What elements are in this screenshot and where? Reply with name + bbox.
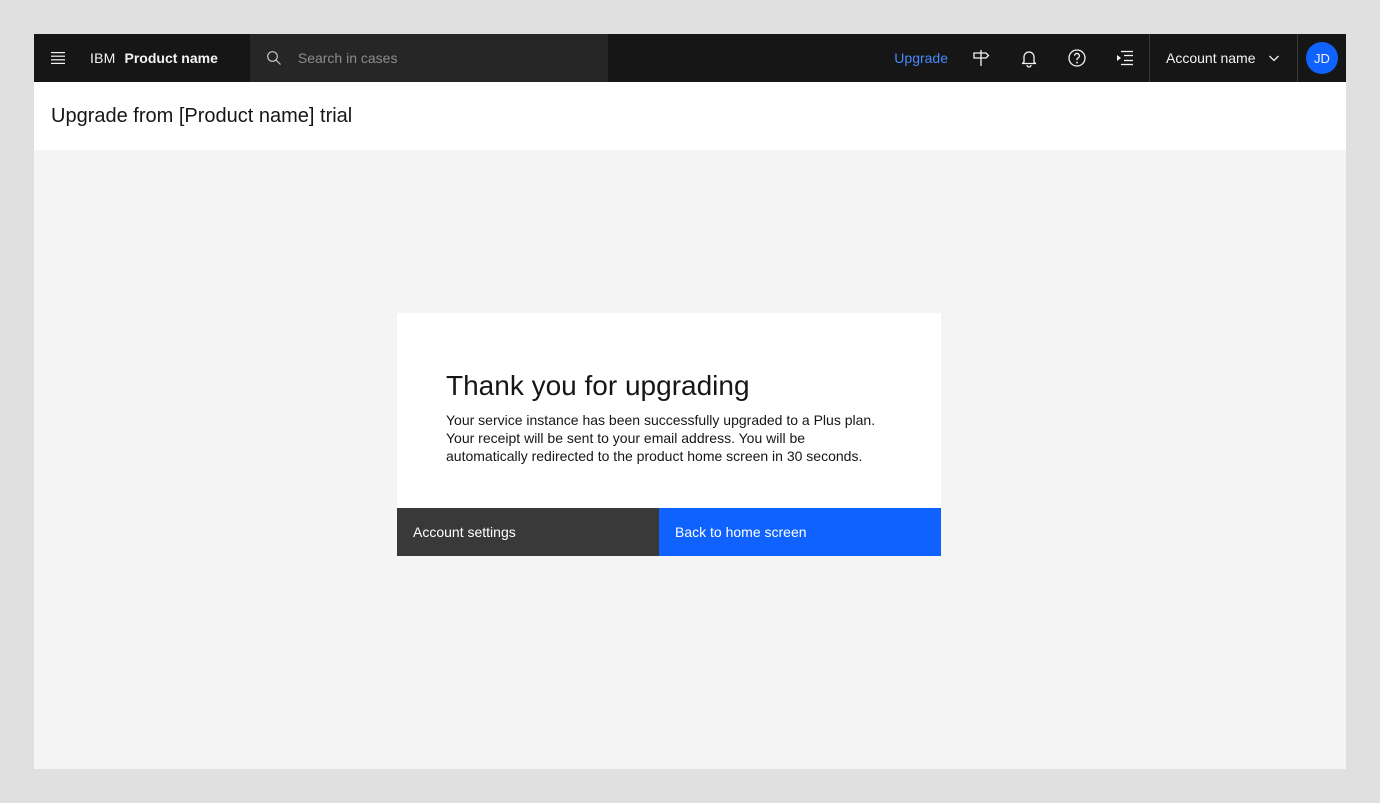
- page-header: Upgrade from [Product name] trial: [34, 82, 1346, 150]
- search-bar[interactable]: [249, 34, 608, 82]
- help-icon: [1067, 48, 1087, 68]
- account-settings-button[interactable]: Account settings: [397, 508, 659, 556]
- search-input[interactable]: [297, 50, 588, 66]
- activity-panel-button[interactable]: [1101, 34, 1149, 82]
- modal-heading: Thank you for upgrading: [446, 370, 750, 401]
- modal-footer: Account settings Back to home screen: [397, 508, 941, 556]
- menu-button[interactable]: [34, 34, 82, 82]
- page-title: Upgrade from [Product name] trial: [51, 104, 353, 127]
- menu-icon: [50, 50, 66, 66]
- search-icon: [266, 50, 282, 66]
- notification-icon: [1019, 48, 1039, 68]
- user-avatar-button[interactable]: JD: [1298, 34, 1346, 82]
- help-button[interactable]: [1053, 34, 1101, 82]
- modal-body: Thank you for upgrading Your service ins…: [397, 313, 941, 465]
- modal-message: Your service instance has been successfu…: [446, 411, 892, 465]
- brand-product-name: Product name: [124, 50, 218, 66]
- upgrade-success-modal: Thank you for upgrading Your service ins…: [397, 313, 941, 556]
- modal-message-line: Your service instance has been successfu…: [446, 412, 876, 428]
- app-frame: IBM Product name Upgrade: [34, 34, 1346, 769]
- chevron-down-icon: [1268, 52, 1280, 64]
- signpost-icon: [971, 48, 991, 68]
- header-spacer: [608, 34, 878, 82]
- modal-message-line: automatically redirected to the product …: [446, 448, 863, 464]
- notifications-button[interactable]: [1005, 34, 1053, 82]
- activity-panel-icon: [1115, 48, 1135, 68]
- account-name: Account name: [1166, 50, 1256, 66]
- product-brand[interactable]: IBM Product name: [82, 34, 250, 82]
- modal-message-line: Your receipt will be sent to your email …: [446, 430, 806, 446]
- signpost-button[interactable]: [957, 34, 1005, 82]
- global-header: IBM Product name Upgrade: [34, 34, 1346, 82]
- upgrade-link[interactable]: Upgrade: [878, 34, 957, 82]
- brand-prefix: IBM: [90, 50, 116, 66]
- avatar[interactable]: JD: [1306, 42, 1338, 74]
- account-switcher[interactable]: Account name: [1150, 34, 1297, 82]
- back-to-home-button[interactable]: Back to home screen: [659, 508, 941, 556]
